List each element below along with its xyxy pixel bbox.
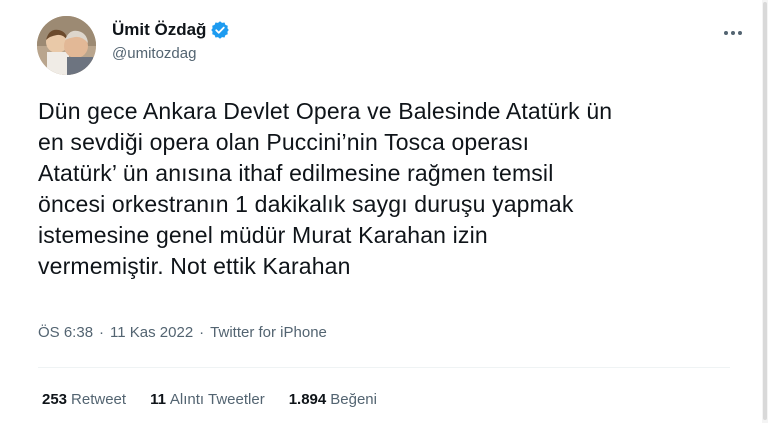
likes-label: Beğeni <box>330 391 377 408</box>
retweets-stat[interactable]: 253 Retweet <box>42 390 126 410</box>
tweet-date: 11 Kas 2022 <box>110 324 194 341</box>
quote-tweets-stat[interactable]: 11 Alıntı Tweetler <box>150 390 265 410</box>
meta-separator: · <box>99 324 105 341</box>
meta-separator: · <box>199 324 205 341</box>
avatar-photo <box>37 16 96 75</box>
likes-stat[interactable]: 1.894 Beğeni <box>289 390 377 410</box>
retweets-label: Retweet <box>71 391 127 408</box>
tweet-time-link[interactable]: ÖS 6:38 <box>38 323 93 343</box>
more-options-icon[interactable] <box>720 20 746 46</box>
tweet-time: ÖS 6:38 <box>38 324 94 341</box>
tweet-text: Dün gece Ankara Devlet Opera ve Balesind… <box>38 98 613 279</box>
scrollbar[interactable] <box>762 0 768 423</box>
tweet-stats: 253 Retweet 11 Alıntı Tweetler 1.894 Beğ… <box>42 390 377 410</box>
tweet-card: Ümit Özdağ @umitozdag Dün gece Ankara De… <box>0 0 768 423</box>
verified-badge-icon <box>210 20 230 40</box>
avatar[interactable] <box>37 16 96 75</box>
author-handle[interactable]: @umitozdag <box>112 44 230 64</box>
author-info: Ümit Özdağ @umitozdag <box>112 20 230 64</box>
quote-tweets-label: Alıntı Tweetler <box>169 391 265 408</box>
retweets-count: 253 <box>42 391 68 408</box>
tweet-metadata: ÖS 6:38 · 11 Kas 2022 · Twitter for iPho… <box>38 323 327 343</box>
author-display-name[interactable]: Ümit Özdağ <box>112 20 206 40</box>
tweet-date-link[interactable]: 11 Kas 2022 <box>110 323 193 343</box>
divider <box>38 367 730 368</box>
quote-tweets-count: 11 <box>150 391 166 408</box>
likes-count: 1.894 <box>288 391 327 408</box>
tweet-source: Twitter for iPhone <box>210 324 327 341</box>
scrollbar-thumb[interactable] <box>763 2 767 420</box>
